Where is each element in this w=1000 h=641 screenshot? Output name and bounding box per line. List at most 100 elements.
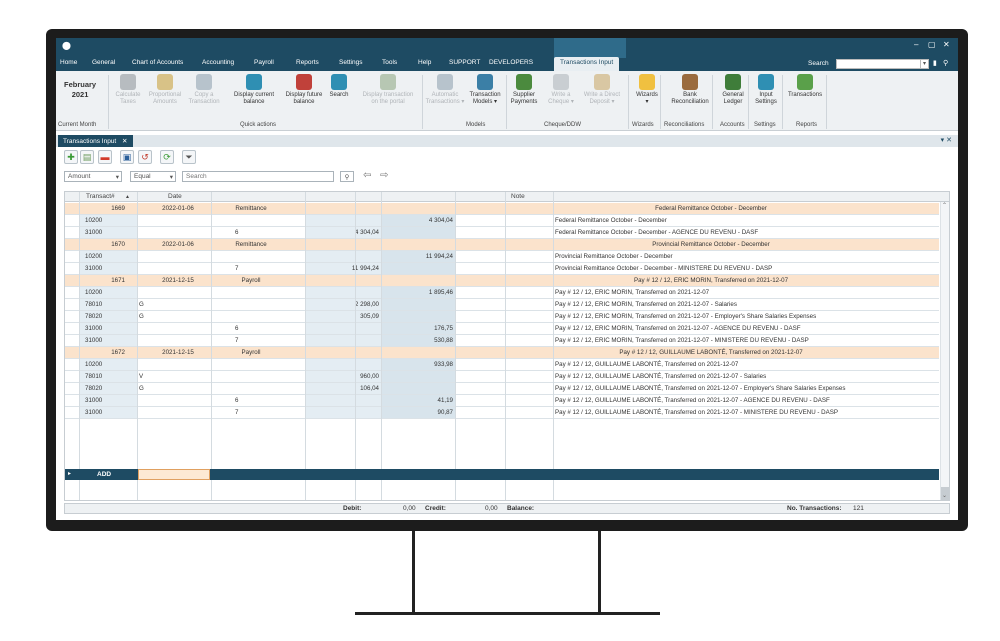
note-cell[interactable]: Pay # 12 / 12, ERIC MORIN, Transferred o… <box>555 313 935 320</box>
header-note[interactable]: Note <box>511 193 525 200</box>
account-cell[interactable]: 78010 <box>85 301 125 308</box>
transaction-header-row[interactable]: 1672 2021-12-15 Payroll Pay # 12 / 12, GUIL… <box>65 347 939 359</box>
transaction-note[interactable]: Pay # 12 / 12, GUILLAUME LABONTÉ, Transf… <box>511 349 911 356</box>
transaction-type[interactable]: Payroll <box>211 349 291 356</box>
menu-item-9[interactable]: Help <box>418 59 431 66</box>
account-cell[interactable]: 78020 <box>85 385 125 392</box>
ribbon-button-10[interactable]: Supplier Payments <box>508 74 540 106</box>
note-cell[interactable]: Pay # 12 / 12, ERIC MORIN, Transferred o… <box>555 337 935 344</box>
account-cell[interactable]: 10200 <box>85 361 125 368</box>
filter-icon[interactable]: ⏷ <box>182 150 196 164</box>
debit-cell[interactable]: 960,00 <box>305 373 379 380</box>
table-row[interactable]: 10200 11 994,24 Provincial Remittance Octo… <box>65 251 939 263</box>
filter-operator-select[interactable]: Equal ▾ <box>130 171 176 182</box>
table-row[interactable]: 31000 6 176,75 Pay # 12 / 12, ERIC MORIN, T… <box>65 323 939 335</box>
menu-item-4[interactable]: Accounting <box>202 59 234 66</box>
ribbon-button-5[interactable]: Display future balance <box>280 74 328 106</box>
next-arrow-icon[interactable]: ⇨ <box>380 170 388 181</box>
menu-item-12[interactable]: Transactions Input <box>554 57 620 72</box>
transaction-note[interactable]: Provincial Remittance October - December <box>511 241 911 248</box>
menu-item-5[interactable]: Payroll <box>254 59 274 66</box>
note-cell[interactable]: Federal Remittance October - December - … <box>555 229 935 236</box>
search-icon[interactable]: ⚲ <box>943 59 948 67</box>
transaction-date[interactable]: 2022-01-06 <box>153 241 203 248</box>
note-cell[interactable]: Pay # 12 / 12, GUILLAUME LABONTÉ, Transf… <box>555 409 935 416</box>
transaction-number[interactable]: 1672 <box>85 349 125 356</box>
table-row[interactable]: 31000 6 4 304,04 Federal Remittance October… <box>65 227 939 239</box>
current-month[interactable]: February 2021 <box>64 80 96 100</box>
department-cell[interactable]: 7 <box>235 337 265 344</box>
ribbon-button-11[interactable]: Write a Cheque ▾ <box>546 74 576 106</box>
credit-cell[interactable]: 1 895,46 <box>381 289 453 296</box>
ribbon-button-16[interactable]: Input Settings <box>752 74 780 106</box>
table-row[interactable]: 78020 G 106,04 Pay # 12 / 12, GUILLAUME LAB… <box>65 383 939 395</box>
table-row[interactable]: 78010 G 2 298,00 Pay # 12 / 12, ERIC MORIN,… <box>65 299 939 311</box>
note-cell[interactable]: Provincial Remittance October - December… <box>555 265 935 272</box>
class-cell[interactable]: V <box>139 373 169 380</box>
menu-dropdown-icon[interactable]: ▾ <box>920 59 929 69</box>
note-cell[interactable]: Provincial Remittance October - December <box>555 253 935 260</box>
table-row[interactable]: 10200 933,98 Pay # 12 / 12, GUILLAUME LABO… <box>65 359 939 371</box>
department-cell[interactable]: 6 <box>235 325 265 332</box>
note-cell[interactable]: Pay # 12 / 12, GUILLAUME LABONTÉ, Transf… <box>555 361 935 368</box>
ribbon-button-1[interactable]: Calculate Taxes <box>114 74 142 106</box>
debit-cell[interactable]: 4 304,04 <box>305 229 379 236</box>
ribbon-button-4[interactable]: Display current balance <box>228 74 280 106</box>
note-cell[interactable]: Pay # 12 / 12, GUILLAUME LABONTÉ, Transf… <box>555 373 935 380</box>
table-row[interactable]: 10200 4 304,04 Federal Remittance October … <box>65 215 939 227</box>
note-cell[interactable]: Pay # 12 / 12, ERIC MORIN, Transferred o… <box>555 301 935 308</box>
credit-cell[interactable]: 90,87 <box>381 409 453 416</box>
department-cell[interactable]: 6 <box>235 229 265 236</box>
debit-cell[interactable]: 11 994,24 <box>305 265 379 272</box>
account-cell[interactable]: 31000 <box>85 409 125 416</box>
maximize-button[interactable]: ▢ <box>928 40 936 49</box>
debit-cell[interactable]: 106,04 <box>305 385 379 392</box>
transaction-type[interactable]: Payroll <box>211 277 291 284</box>
scroll-up-icon[interactable]: ⌃ <box>942 202 947 209</box>
table-row[interactable]: 31000 7 90,87 Pay # 12 / 12, GUILLAUME LABO… <box>65 407 939 419</box>
tab-transactions-input[interactable]: Transactions Input ✕ <box>58 135 133 147</box>
note-cell[interactable]: Pay # 12 / 12, GUILLAUME LABONTÉ, Transf… <box>555 397 935 404</box>
note-cell[interactable]: Pay # 12 / 12, ERIC MORIN, Transferred o… <box>555 289 935 296</box>
header-date[interactable]: Date <box>168 193 182 200</box>
ribbon-button-6[interactable]: Search <box>328 74 350 99</box>
transaction-header-row[interactable]: 1669 2022-01-06 Remittance Federal Remittan… <box>65 203 939 215</box>
minimize-button[interactable]: ‒ <box>914 40 918 49</box>
delete-icon[interactable]: ▬ <box>98 150 112 164</box>
account-cell[interactable]: 10200 <box>85 253 125 260</box>
account-cell[interactable]: 31000 <box>85 265 125 272</box>
scroll-down-icon[interactable]: ⌄ <box>942 492 947 499</box>
panel-controls-icon[interactable]: ▾ ✕ <box>941 136 952 144</box>
ribbon-button-8[interactable]: Automatic Transactions ▾ <box>424 74 466 106</box>
account-cell[interactable]: 78010 <box>85 373 125 380</box>
account-cell[interactable]: 31000 <box>85 325 125 332</box>
filter-field-select[interactable]: Amount ▾ <box>64 171 122 182</box>
ribbon-button-9[interactable]: Transaction Models ▾ <box>466 74 504 106</box>
add-row[interactable]: ▸ ADD <box>65 469 939 480</box>
add-date-cell[interactable] <box>138 469 210 480</box>
transaction-date[interactable]: 2021-12-15 <box>153 349 203 356</box>
note-cell[interactable]: Federal Remittance October - December <box>555 217 935 224</box>
ribbon-button-17[interactable]: Transactions <box>784 74 826 99</box>
class-cell[interactable]: G <box>139 385 169 392</box>
ribbon-button-15[interactable]: General Ledger <box>718 74 748 106</box>
ribbon-button-12[interactable]: Write a Direct Deposit ▾ <box>578 74 626 106</box>
credit-cell[interactable]: 41,19 <box>381 397 453 404</box>
credit-cell[interactable]: 933,98 <box>381 361 453 368</box>
note-cell[interactable]: Pay # 12 / 12, ERIC MORIN, Transferred o… <box>555 325 935 332</box>
department-cell[interactable]: 7 <box>235 409 265 416</box>
transaction-note[interactable]: Federal Remittance October - December <box>511 205 911 212</box>
debit-cell[interactable]: 305,09 <box>305 313 379 320</box>
ribbon-button-3[interactable]: Copy a Transaction <box>188 74 220 106</box>
account-cell[interactable]: 78020 <box>85 313 125 320</box>
menu-item-3[interactable]: Chart of Accounts <box>132 59 183 66</box>
transaction-number[interactable]: 1671 <box>85 277 125 284</box>
table-row[interactable]: 31000 7 11 994,24 Provincial Remittance Oct… <box>65 263 939 275</box>
table-row[interactable]: 10200 1 895,46 Pay # 12 / 12, ERIC MORIN, … <box>65 287 939 299</box>
transaction-header-row[interactable]: 1671 2021-12-15 Payroll Pay # 12 / 12, ERIC… <box>65 275 939 287</box>
ribbon-button-14[interactable]: Bank Reconciliation <box>664 74 716 106</box>
tab-close-icon[interactable]: ✕ <box>122 138 127 145</box>
previous-arrow-icon[interactable]: ⇦ <box>363 170 371 181</box>
save-icon[interactable]: ▣ <box>120 150 134 164</box>
table-row[interactable]: 31000 7 530,88 Pay # 12 / 12, ERIC MORIN, T… <box>65 335 939 347</box>
